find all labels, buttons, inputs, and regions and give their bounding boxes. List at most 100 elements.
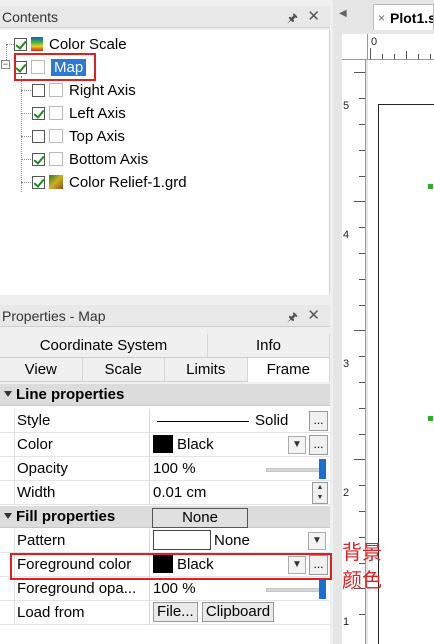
stepper-up-icon[interactable]: ▲ — [313, 483, 327, 493]
ruler-tick — [359, 227, 365, 228]
ruler-tick — [430, 54, 431, 59]
annotation-text: 背景 颜色 — [342, 538, 382, 594]
row-width: Width 0.01 cm ▲ ▼ — [0, 481, 330, 505]
tab-coordinate-system[interactable]: Coordinate System — [0, 334, 208, 358]
selection-handle[interactable] — [428, 416, 433, 421]
ruler-tick — [382, 54, 383, 59]
width-value[interactable]: 0.01 cm — [152, 481, 328, 505]
color-ellipsis-button[interactable]: ... — [309, 435, 328, 455]
ruler-tick — [359, 253, 365, 254]
tree-item-left-axis[interactable]: Left Axis — [32, 102, 126, 124]
stepper-down-icon[interactable]: ▼ — [313, 493, 327, 503]
row-load-from: Load from File... Clipboard — [0, 601, 330, 625]
style-value[interactable]: Solid — [152, 409, 328, 433]
ruler-label: 0 — [371, 36, 378, 48]
collapse-icon[interactable] — [4, 513, 12, 519]
left-axis-checkbox[interactable] — [32, 106, 45, 120]
annotation-line-2: 颜色 — [342, 568, 382, 592]
tree-connector — [21, 90, 31, 91]
top-axis-checkbox[interactable] — [32, 129, 45, 143]
fill-none-button[interactable]: None — [152, 508, 248, 528]
tree-connector — [21, 113, 31, 114]
row-label: Pattern — [14, 529, 150, 553]
load-from-value: File... Clipboard — [152, 601, 328, 625]
collapse-map-icon[interactable]: − — [1, 60, 10, 69]
tree-item-color-relief[interactable]: Color Relief-1.grd — [32, 171, 187, 193]
tree-item-bottom-axis[interactable]: Bottom Axis — [32, 148, 148, 170]
selection-handle[interactable] — [428, 184, 433, 189]
tree-item-label: Right Axis — [69, 81, 136, 99]
row-style: Style Solid ... — [0, 409, 330, 433]
bottom-axis-checkbox[interactable] — [32, 152, 45, 166]
tab-view[interactable]: View — [0, 358, 83, 382]
section-label: Line properties — [16, 386, 125, 403]
tab-scroll-left-icon[interactable]: ◀ — [339, 8, 347, 19]
tree-item-label: Bottom Axis — [69, 150, 149, 168]
row-label: Color — [14, 433, 150, 457]
tree-item-top-axis[interactable]: Top Axis — [32, 125, 125, 147]
row-label: Opacity — [14, 457, 150, 481]
ruler-tick — [418, 54, 419, 59]
color-scale-checkbox[interactable] — [14, 37, 27, 51]
tab-limits[interactable]: Limits — [165, 358, 248, 382]
pattern-value[interactable]: None — [152, 529, 328, 553]
ruler-tick — [359, 98, 365, 99]
foreground-opacity-slider[interactable] — [266, 588, 324, 592]
ruler-tick — [359, 382, 365, 383]
opacity-slider-thumb[interactable] — [319, 459, 326, 479]
ruler-tick — [359, 124, 365, 125]
collapse-icon[interactable] — [4, 391, 12, 397]
close-icon[interactable]: ✕ — [307, 306, 320, 324]
opacity-slider[interactable] — [266, 468, 324, 472]
tree-item-label: Left Axis — [69, 104, 126, 122]
axis-icon — [49, 106, 63, 120]
tab-plot1[interactable]: × Plot1.s — [373, 4, 434, 30]
tree-item-right-axis[interactable]: Right Axis — [32, 79, 136, 101]
ruler-tick — [359, 279, 365, 280]
tree-connector — [21, 182, 31, 183]
ruler-label: 5 — [343, 100, 350, 112]
annotation-line-1: 背景 — [342, 540, 382, 564]
close-icon[interactable]: ✕ — [307, 7, 320, 25]
section-line-properties[interactable]: Line properties — [0, 384, 330, 406]
color-relief-icon — [49, 175, 63, 189]
axis-icon — [49, 129, 63, 143]
foreground-opacity-slider-thumb[interactable] — [319, 579, 326, 599]
map-frame[interactable] — [378, 104, 434, 644]
ruler-tick — [394, 54, 395, 59]
ruler-label: 4 — [343, 229, 350, 241]
clipboard-button[interactable]: Clipboard — [201, 602, 275, 623]
tree-connector — [6, 44, 14, 45]
ruler-tick — [359, 150, 365, 151]
color-relief-checkbox[interactable] — [32, 175, 45, 189]
ruler-tick — [359, 485, 365, 486]
ruler-tick — [354, 201, 365, 202]
ruler-tick — [359, 434, 365, 435]
tree-item-label: Top Axis — [69, 127, 125, 145]
file-button[interactable]: File... — [153, 602, 198, 623]
ruler-corner — [342, 34, 368, 60]
right-axis-checkbox[interactable] — [32, 83, 45, 97]
foreground-color-highlight-box — [10, 553, 332, 580]
tree-item-color-scale[interactable]: Color Scale — [14, 33, 127, 55]
tab-scale[interactable]: Scale — [82, 358, 165, 382]
row-foreground-opacity: Foreground opa... 100 % — [0, 577, 330, 601]
section-fill-properties[interactable]: Fill properties None — [0, 506, 330, 528]
tab-info[interactable]: Info — [208, 334, 330, 358]
tree-connector — [21, 136, 31, 137]
pattern-dropdown-icon[interactable]: ▼ — [308, 532, 326, 550]
tab-close-icon[interactable]: × — [378, 5, 385, 30]
pin-icon[interactable]: 🖈︎ — [287, 9, 298, 30]
tab-frame[interactable]: Frame — [247, 358, 330, 382]
pin-icon[interactable]: 🖈︎ — [287, 308, 298, 329]
style-ellipsis-button[interactable]: ... — [309, 411, 328, 431]
tree-item-label: Color Relief-1.grd — [69, 173, 187, 191]
line-style-sample — [157, 420, 249, 422]
row-label: Width — [14, 481, 150, 505]
row-opacity: Opacity 100 % — [0, 457, 330, 481]
width-stepper[interactable]: ▲ ▼ — [312, 482, 328, 504]
tree-connector — [21, 159, 31, 160]
properties-panel-header: Properties - Map 🖈︎ ✕ — [0, 305, 330, 327]
color-dropdown-icon[interactable]: ▼ — [288, 436, 306, 454]
map-highlight-box — [14, 53, 96, 81]
